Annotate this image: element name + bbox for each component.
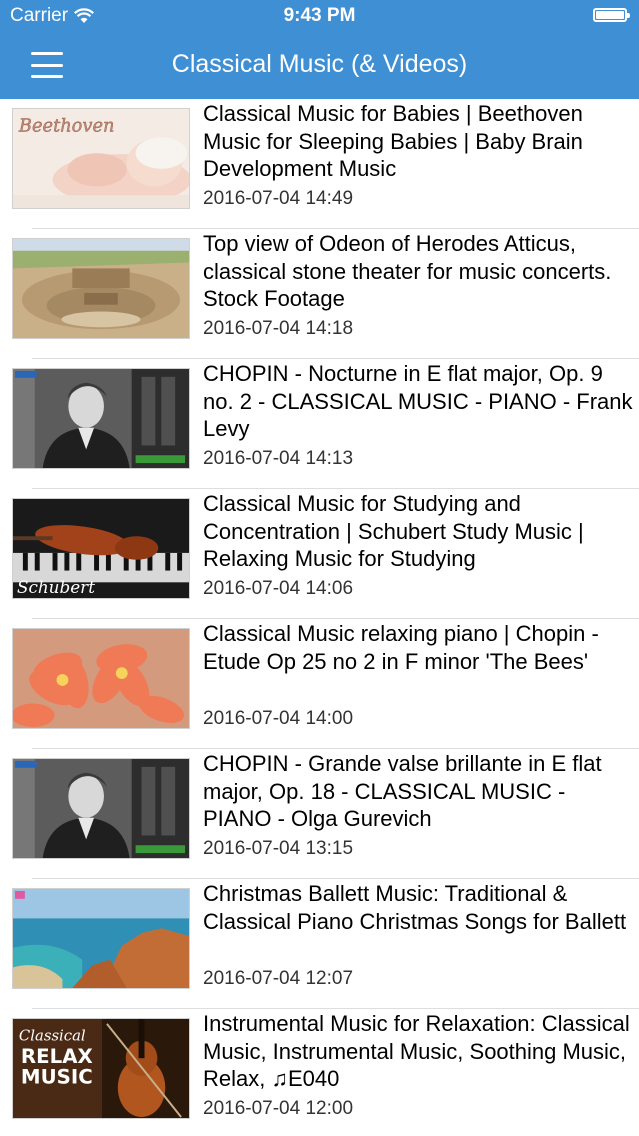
thumbnail-caption: RELAX (21, 1045, 93, 1068)
thumbnail-caption: Beethoven (18, 117, 115, 137)
video-list-item[interactable]: CHOPIN - Grande valse brillante in E fla… (0, 749, 639, 879)
video-thumbnail (12, 238, 190, 339)
video-date: 2016-07-04 12:00 (203, 1098, 354, 1119)
video-list-item[interactable]: Classical RELAX MUSIC Instrumental Music… (0, 1009, 639, 1136)
app-screen: Carrier 9:43 PM Classical Music (& Video… (0, 0, 639, 1136)
thumbnail-caption: MUSIC (21, 1066, 93, 1089)
battery-fill (596, 11, 624, 19)
video-title: Christmas Ballett Music: Traditional & C… (203, 881, 627, 934)
video-thumbnail: Beethoven (12, 108, 190, 209)
video-thumbnail: Classical RELAX MUSIC (12, 1018, 190, 1119)
video-title: Top view of Odeon of Herodes Atticus, cl… (203, 231, 612, 311)
status-time: 9:43 PM (283, 5, 356, 26)
page-title: Classical Music (& Videos) (171, 50, 468, 78)
video-date: 2016-07-04 14:18 (203, 318, 354, 339)
thumbnail-caption: Schubert (17, 577, 95, 597)
battery-icon (593, 8, 630, 22)
video-list-item[interactable]: Christmas Ballett Music: Traditional & C… (0, 879, 639, 1009)
video-list-item[interactable]: Schubert Classical Music for Studying an… (0, 489, 639, 619)
video-list-item[interactable]: Top view of Odeon of Herodes Atticus, cl… (0, 229, 639, 359)
video-thumbnail (12, 758, 190, 859)
video-date: 2016-07-04 14:06 (203, 578, 354, 599)
video-thumbnail (12, 368, 190, 469)
video-title: Classical Music for Babies | Beethoven M… (203, 101, 583, 181)
video-thumbnail: Schubert (12, 498, 190, 599)
video-date: 2016-07-04 12:07 (203, 968, 354, 989)
video-title: CHOPIN - Nocturne in E flat major, Op. 9… (203, 361, 633, 441)
nav-header: Carrier 9:43 PM Classical Music (& Video… (0, 0, 639, 99)
video-date: 2016-07-04 14:49 (203, 188, 354, 209)
video-thumbnail (12, 628, 190, 729)
video-date: 2016-07-04 14:13 (203, 448, 354, 469)
video-title: Instrumental Music for Relaxation: Class… (203, 1011, 630, 1091)
video-list[interactable]: Beethoven Classical Music for Babies | B… (0, 99, 639, 1136)
thumbnail-caption: Classical (19, 1028, 86, 1045)
video-list-item[interactable]: CHOPIN - Nocturne in E flat major, Op. 9… (0, 359, 639, 489)
video-title: Classical Music relaxing piano | Chopin … (203, 621, 599, 674)
video-title: Classical Music for Studying and Concent… (203, 491, 584, 571)
video-list-item[interactable]: Classical Music relaxing piano | Chopin … (0, 619, 639, 749)
video-title: CHOPIN - Grande valse brillante in E fla… (203, 751, 602, 831)
video-date: 2016-07-04 13:15 (203, 838, 354, 859)
video-date: 2016-07-04 14:00 (203, 708, 354, 729)
video-list-item[interactable]: Beethoven Classical Music for Babies | B… (0, 99, 639, 229)
video-thumbnail (12, 888, 190, 989)
